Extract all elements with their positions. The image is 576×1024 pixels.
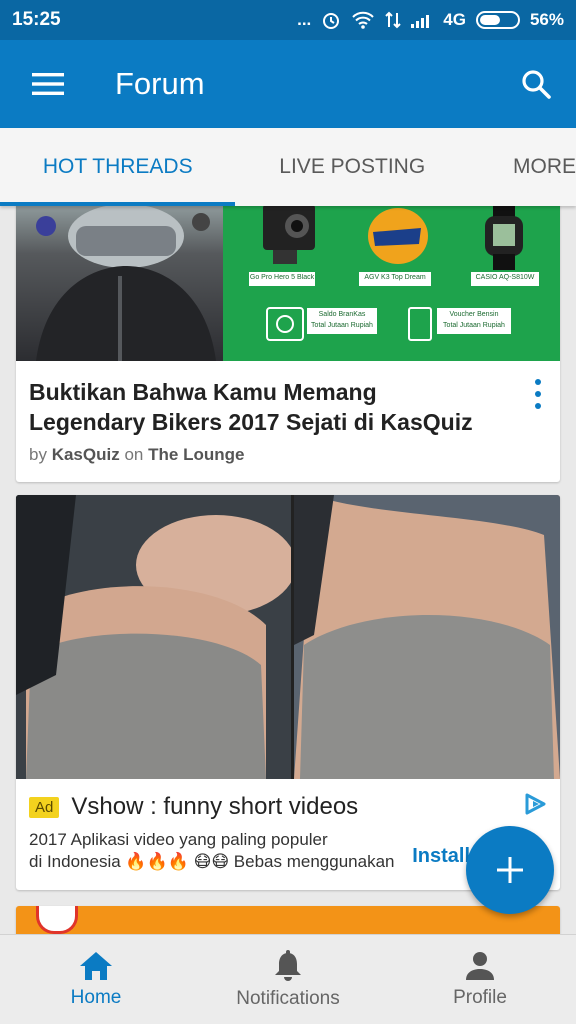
ad-image-left [16,495,291,779]
kplus-logo [36,906,78,934]
wifi-icon [352,11,374,29]
app-bar: Forum [0,40,576,128]
page-title: Forum [115,66,205,101]
tab-live-posting[interactable]: LIVE POSTING [235,128,469,206]
bell-icon [275,949,301,981]
ad-title[interactable]: Vshow : funny short videos [71,793,358,821]
ad-image[interactable] [16,495,560,779]
thread-meta: by KasQuiz on The Lounge [29,445,245,464]
ad-badge: Ad [29,796,60,818]
biker-photo [16,206,223,361]
tab-hot-threads[interactable]: HOT THREADS [0,128,236,206]
ad-install-button[interactable]: Install [412,845,470,868]
bottom-nav: Home Notifications Profile [0,934,576,1024]
status-icons: ... 4G 56% [297,10,564,30]
promo-prize-voucher: Voucher Bensin Total Jutaan Rupiah [443,311,505,329]
nav-home[interactable]: Home [0,935,192,1024]
thread-author[interactable]: KasQuiz [52,445,120,464]
thread-feed[interactable]: Go Pro Hero 5 Black AGV K3 Top Dream CAS… [0,206,576,934]
promo-banner: Go Pro Hero 5 Black AGV K3 Top Dream CAS… [223,206,560,361]
tab-more[interactable]: MORE [469,128,576,206]
ad-card[interactable]: Ad Vshow : funny short videos 2017 Aplik… [16,495,560,890]
person-icon [466,951,494,980]
nav-profile[interactable]: Profile [384,935,576,1024]
alarm-icon [323,13,340,29]
data-transfer-icon [385,11,401,29]
network-type: 4G [443,10,466,29]
thread-forum[interactable]: The Lounge [148,445,244,464]
promo-prize-saldo: Saldo BranKas Total Jutaan Rupiah [311,311,373,329]
thread-card[interactable]: Go Pro Hero 5 Black AGV K3 Top Dream CAS… [16,206,560,482]
hamburger-icon [32,73,64,95]
thread-image[interactable]: Go Pro Hero 5 Black AGV K3 Top Dream CAS… [16,206,560,361]
search-button[interactable] [496,40,576,128]
search-icon [522,70,551,99]
thread-card-body: Buktikan Bahwa Kamu Memang Legendary Bik… [16,361,560,465]
signal-icon [411,15,430,28]
ad-description: 2017 Aplikasi video yang paling populer … [29,830,395,871]
plus-icon [497,857,523,883]
next-thread-card[interactable] [16,906,560,934]
ad-image-right [294,495,560,779]
promo-prize-helmet: AGV K3 Top Dream [364,274,426,281]
overflow-menu-icon[interactable] [534,379,542,409]
menu-button[interactable] [0,40,96,128]
battery-percent: 56% [529,10,564,29]
promo-prize-gopro: Go Pro Hero 5 Black [249,274,315,281]
status-bar: 15:25 ... 4G 56% [0,0,576,40]
more-dots: ... [297,10,312,29]
battery-icon [475,11,520,29]
home-icon [80,951,112,980]
tab-bar: HOT THREADS LIVE POSTING MORE [0,128,576,206]
new-thread-button[interactable] [466,826,554,914]
promo-prize-watch: CASIO AQ-S810W [475,274,535,281]
adchoices-icon[interactable] [522,791,548,817]
status-time: 15:25 [12,9,61,30]
nav-notifications[interactable]: Notifications [192,935,384,1024]
thread-title[interactable]: Buktikan Bahwa Kamu Memang Legendary Bik… [29,377,509,437]
